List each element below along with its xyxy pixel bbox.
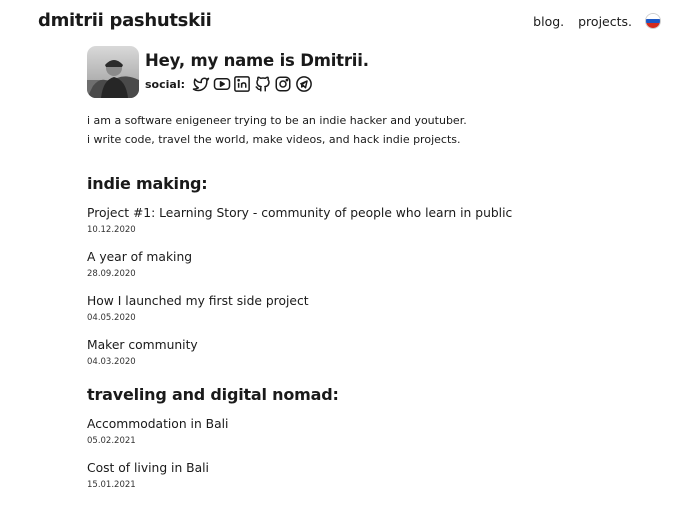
post-title-link[interactable]: Cost of living in Bali [87, 461, 209, 475]
twitter-icon[interactable] [192, 75, 210, 93]
post-item: Accommodation in Bali 05.02.2021 [87, 417, 228, 446]
post-item: Maker community 04.03.2020 [87, 338, 198, 367]
main-nav: blog. projects. [533, 14, 632, 29]
post-date: 15.01.2021 [87, 480, 136, 490]
section-title-indie-making: indie making: [87, 174, 208, 193]
post-title-link[interactable]: Maker community [87, 338, 198, 352]
post-date: 04.05.2020 [87, 313, 136, 323]
github-icon[interactable] [254, 75, 272, 93]
site-header: dmitrii pashutskii blog. projects. [0, 0, 700, 44]
bio-line-2: i write code, travel the world, make vid… [87, 133, 461, 146]
post-item: How I launched my first side project 04.… [87, 294, 309, 323]
page: dmitrii pashutskii blog. projects. Hey, … [0, 0, 700, 525]
greeting-heading: Hey, my name is Dmitrii. [145, 51, 369, 70]
nav-blog-link[interactable]: blog. [533, 14, 564, 29]
site-title-link[interactable]: dmitrii pashutskii [38, 10, 212, 31]
social-links: social: [145, 74, 315, 94]
bio-line-1: i am a software enigeneer trying to be a… [87, 114, 467, 127]
social-label: social: [145, 77, 185, 91]
post-date: 05.02.2021 [87, 436, 136, 446]
nav-projects-link[interactable]: projects. [578, 14, 632, 29]
post-title-link[interactable]: Project #1: Learning Story - community o… [87, 206, 512, 220]
post-title-link[interactable]: How I launched my first side project [87, 294, 309, 308]
telegram-icon[interactable] [295, 75, 313, 93]
post-title-link[interactable]: A year of making [87, 250, 192, 264]
bio: i am a software enigeneer trying to be a… [87, 111, 467, 149]
post-date: 04.03.2020 [87, 357, 136, 367]
post-title-link[interactable]: Accommodation in Bali [87, 417, 228, 431]
post-date: 10.12.2020 [87, 225, 136, 235]
youtube-icon[interactable] [213, 75, 231, 93]
post-item: A year of making 28.09.2020 [87, 250, 192, 279]
instagram-icon[interactable] [274, 75, 292, 93]
post-item: Cost of living in Bali 15.01.2021 [87, 461, 209, 490]
post-date: 28.09.2020 [87, 269, 136, 279]
post-item: Project #1: Learning Story - community o… [87, 206, 512, 235]
linkedin-icon[interactable] [233, 75, 251, 93]
section-title-traveling: traveling and digital nomad: [87, 385, 339, 404]
russian-flag-icon[interactable] [645, 13, 661, 29]
avatar [87, 46, 139, 98]
